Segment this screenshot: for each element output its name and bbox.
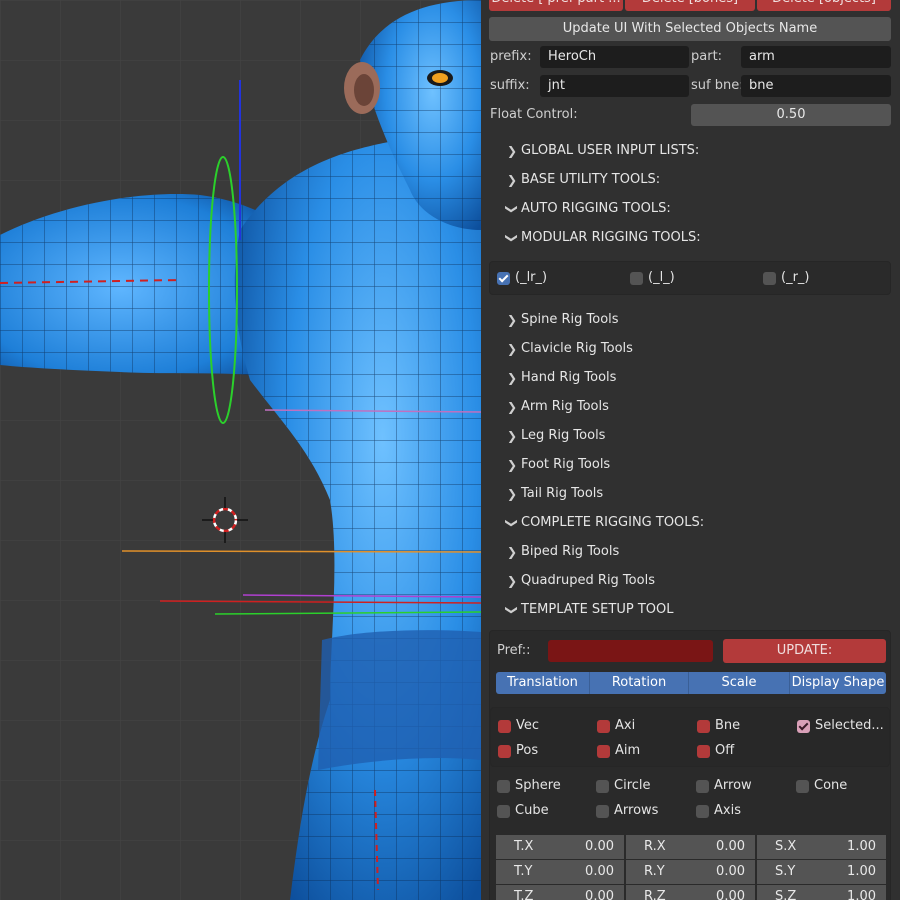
sy-field[interactable]: S.Y 1.00 (757, 860, 886, 884)
tx-field[interactable]: T.X 0.00 (496, 835, 624, 859)
circle-checkbox[interactable] (596, 780, 609, 793)
arrows-label: Arrows (614, 803, 659, 818)
3d-viewport[interactable] (0, 0, 481, 900)
sphere-checkbox[interactable] (497, 780, 510, 793)
update-ui-button[interactable]: Update UI With Selected Objects Name (489, 17, 891, 41)
chevron-right-icon: ❯ (506, 173, 518, 187)
suf-bne-label: suf bne: (691, 78, 744, 93)
section-modular-rigging-tools[interactable]: ❯ MODULAR RIGGING TOOLS: (481, 225, 892, 251)
quadruped-rig-tools[interactable]: ❯ Quadruped Rig Tools (481, 568, 892, 594)
chevron-right-icon: ❯ (506, 487, 518, 501)
pos-checkbox[interactable] (498, 745, 511, 758)
off-label: Off (715, 743, 735, 758)
arrow-label: Arrow (714, 778, 752, 793)
vec-label: Vec (516, 718, 540, 733)
tail-rig-tools[interactable]: ❯ Tail Rig Tools (481, 481, 892, 507)
chevron-right-icon: ❯ (506, 429, 518, 443)
chevron-right-icon: ❯ (506, 371, 518, 385)
side-lr-checkbox[interactable] (497, 272, 510, 285)
transform-tabs: Translation Rotation Scale Display Shape (496, 672, 886, 694)
rigging-tools-panel: Delete [ pref part ... Delete [bones] De… (481, 0, 900, 900)
option-toggles-box: Vec Axi Bne Selected... Pos Aim Off (490, 707, 890, 767)
tab-scale[interactable]: Scale (689, 672, 790, 694)
side-r-label: (_r_) (781, 270, 810, 285)
cube-checkbox[interactable] (497, 805, 510, 818)
prefix-label: prefix: (490, 49, 532, 64)
viewport-scene (0, 0, 481, 900)
vec-checkbox[interactable] (498, 720, 511, 733)
prefix-input[interactable]: HeroCh (540, 46, 689, 68)
section-template-setup-tool[interactable]: ❯ TEMPLATE SETUP TOOL (481, 597, 892, 623)
template-setup-box: Pref:: UPDATE: Translation Rotation Scal… (489, 630, 891, 900)
section-base-utility-tools[interactable]: ❯ BASE UTILITY TOOLS: (481, 167, 892, 193)
chevron-right-icon: ❯ (506, 342, 518, 356)
leg-rig-tools[interactable]: ❯ Leg Rig Tools (481, 423, 892, 449)
float-control-slider[interactable]: 0.50 (691, 104, 891, 126)
pos-label: Pos (516, 743, 539, 758)
side-l-label: (_l_) (648, 270, 675, 285)
pref-input[interactable] (548, 640, 713, 662)
chevron-right-icon: ❯ (506, 545, 518, 559)
side-l-checkbox[interactable] (630, 272, 643, 285)
foot-rig-tools[interactable]: ❯ Foot Rig Tools (481, 452, 892, 478)
clavicle-rig-tools[interactable]: ❯ Clavicle Rig Tools (481, 336, 892, 362)
section-auto-rigging-tools[interactable]: ❯ AUTO RIGGING TOOLS: (481, 196, 892, 222)
rz-field[interactable]: R.Z 0.00 (626, 885, 755, 900)
sphere-label: Sphere (515, 778, 561, 793)
part-input[interactable]: arm (741, 46, 891, 68)
sx-field[interactable]: S.X 1.00 (757, 835, 886, 859)
transform-grid: T.X 0.00 R.X 0.00 S.X 1.00 T.Y 0.00 R.Y 0.00 … (496, 835, 886, 900)
chevron-right-icon: ❯ (506, 144, 518, 158)
delete-prefix-part-button[interactable]: Delete [ pref part ... (489, 0, 623, 11)
selected-checkbox[interactable] (797, 720, 810, 733)
cone-label: Cone (814, 778, 848, 793)
arm-rig-tools[interactable]: ❯ Arm Rig Tools (481, 394, 892, 420)
ty-field[interactable]: T.Y 0.00 (496, 860, 624, 884)
bne-checkbox[interactable] (697, 720, 710, 733)
tab-translation[interactable]: Translation (496, 672, 590, 694)
arrows-checkbox[interactable] (596, 805, 609, 818)
chevron-right-icon: ❯ (506, 313, 518, 327)
axi-checkbox[interactable] (597, 720, 610, 733)
chevron-right-icon: ❯ (506, 458, 518, 472)
cone-checkbox[interactable] (796, 780, 809, 793)
off-checkbox[interactable] (697, 745, 710, 758)
circle-label: Circle (614, 778, 651, 793)
tz-field[interactable]: T.Z 0.00 (496, 885, 624, 900)
axis-label: Axis (714, 803, 741, 818)
delete-bones-button[interactable]: Delete [bones] (625, 0, 755, 11)
suffix-input[interactable]: jnt (540, 75, 689, 97)
ry-field[interactable]: R.Y 0.00 (626, 860, 755, 884)
part-label: part: (691, 49, 723, 64)
axis-checkbox[interactable] (696, 805, 709, 818)
rx-field[interactable]: R.X 0.00 (626, 835, 755, 859)
chevron-right-icon: ❯ (506, 400, 518, 414)
hand-rig-tools[interactable]: ❯ Hand Rig Tools (481, 365, 892, 391)
section-global-user-input-lists[interactable]: ❯ GLOBAL USER INPUT LISTS: (481, 138, 892, 164)
tab-display-shape[interactable]: Display Shape (790, 672, 886, 694)
arrow-checkbox[interactable] (696, 780, 709, 793)
section-complete-rigging-tools[interactable]: ❯ COMPLETE RIGGING TOOLS: (481, 510, 892, 536)
biped-rig-tools[interactable]: ❯ Biped Rig Tools (481, 539, 892, 565)
pref-label: Pref:: (497, 643, 531, 658)
bne-label: Bne (715, 718, 741, 733)
side-lr-label: (_lr_) (515, 270, 548, 285)
suffix-label: suffix: (490, 78, 530, 93)
side-r-checkbox[interactable] (763, 272, 776, 285)
update-button[interactable]: UPDATE: (723, 639, 886, 663)
float-control-label: Float Control: (490, 107, 578, 122)
suf-bne-input[interactable]: bne (741, 75, 891, 97)
aim-label: Aim (615, 743, 641, 758)
tab-rotation[interactable]: Rotation (590, 672, 689, 694)
chevron-right-icon: ❯ (506, 574, 518, 588)
aim-checkbox[interactable] (597, 745, 610, 758)
delete-objects-button[interactable]: Delete [objects] (757, 0, 891, 11)
cube-label: Cube (515, 803, 549, 818)
side-options-box: (_lr_) (_l_) (_r_) (489, 261, 891, 295)
sz-field[interactable]: S.Z 1.00 (757, 885, 886, 900)
selected-label: Selected... (815, 718, 884, 733)
spine-rig-tools[interactable]: ❯ Spine Rig Tools (481, 307, 892, 333)
axi-label: Axi (615, 718, 636, 733)
